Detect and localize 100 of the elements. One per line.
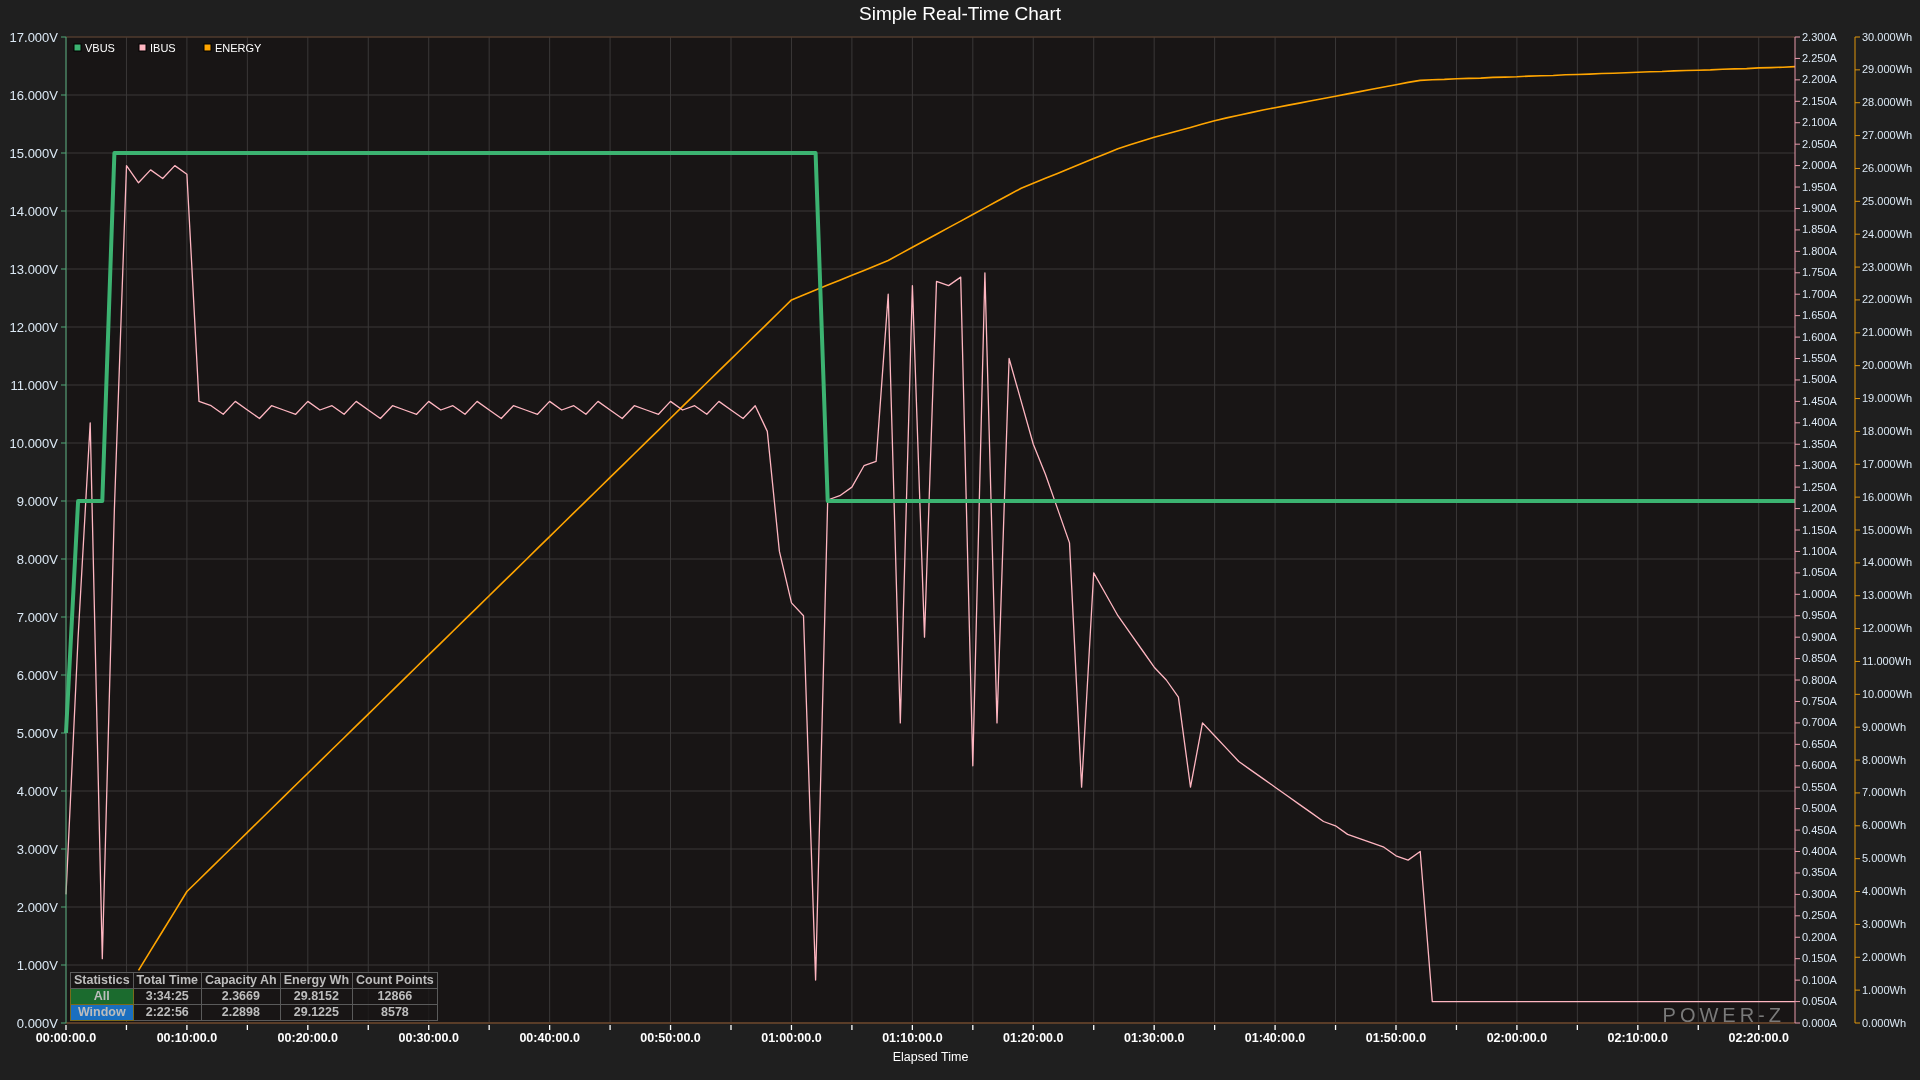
axis-tick-label: 5.000V — [16, 725, 58, 741]
axis-tick-label: 2.250A — [1802, 51, 1837, 64]
axis-tick-label: 00:50:00.0 — [640, 1031, 701, 1045]
axis-tick-label: 01:50:00.0 — [1365, 1031, 1427, 1045]
axis-tick-label: 1.450A — [1802, 394, 1837, 407]
axis-tick-label: 1.050A — [1802, 566, 1837, 579]
axis-tick-label: 00:10:00.0 — [156, 1031, 218, 1045]
table-cell: 8578 — [352, 1004, 438, 1021]
axis-tick-label: 01:00:00.0 — [761, 1031, 822, 1045]
axis-tick-label: 02:10:00.0 — [1607, 1031, 1669, 1045]
axis-tick-label: 9.000Wh — [1862, 720, 1907, 733]
axis-tick-label: 0.150A — [1802, 952, 1837, 965]
axis-tick-label: 1.150A — [1802, 523, 1837, 536]
axis-tick-label: 0.550A — [1802, 780, 1837, 793]
axis-tick-label: 1.400A — [1802, 416, 1837, 429]
axis-tick-label: 01:40:00.0 — [1244, 1031, 1306, 1045]
axis-tick-label: 20.000Wh — [1862, 359, 1913, 372]
axis-tick-label: 0.500A — [1802, 802, 1837, 815]
axis-tick-label: 2.150A — [1802, 94, 1837, 107]
legend-label: IBUS — [150, 41, 176, 54]
axis-tick-label: 02:00:00.0 — [1486, 1031, 1548, 1045]
axis-tick-label: 8.000Wh — [1862, 753, 1907, 766]
axis-tick-label: 2.000V — [16, 899, 58, 915]
axis-tick-label: 2.000Wh — [1862, 950, 1907, 963]
axis-tick-label: 28.000Wh — [1862, 96, 1913, 109]
axis-tick-label: 17.000V — [9, 30, 58, 45]
axis-tick-label: 0.300A — [1802, 887, 1837, 900]
axis-tick-label: 14.000Wh — [1862, 556, 1913, 569]
axis-tick-label: 0.850A — [1802, 652, 1837, 665]
axis-tick-label: 1.300A — [1802, 459, 1837, 472]
axis-tick-label: 16.000V — [9, 87, 58, 103]
axis-tick-label: 23.000Wh — [1862, 260, 1913, 273]
axis-tick-label: 27.000Wh — [1862, 129, 1913, 142]
column-header: Total Time — [133, 972, 202, 989]
axis-tick-label: 2.200A — [1802, 73, 1837, 86]
legend-label: ENERGY — [215, 41, 262, 54]
x-axis-title: Elapsed Time — [892, 1050, 969, 1064]
axis-tick-label: 1.600A — [1802, 330, 1837, 343]
axis-tick-label: 0.000V — [16, 1015, 58, 1031]
axis-tick-label: 00:00:00.0 — [35, 1031, 97, 1045]
axis-tick-label: 21.000Wh — [1862, 326, 1913, 339]
axis-tick-label: 11.000V — [10, 377, 58, 393]
axis-tick-label: 0.250A — [1802, 909, 1837, 922]
axis-tick-label: 1.000Wh — [1862, 983, 1907, 996]
axis-tick-label: 16.000Wh — [1862, 490, 1913, 503]
axis-tick-label: 26.000Wh — [1862, 161, 1913, 174]
axis-tick-label: 1.100A — [1802, 544, 1837, 557]
axis-tick-label: 0.200A — [1802, 930, 1837, 943]
axis-tick-label: 1.200A — [1802, 502, 1837, 515]
axis-tick-label: 0.650A — [1802, 737, 1837, 750]
table-cell: 12866 — [352, 988, 438, 1005]
axis-tick-label: 3.000Wh — [1862, 917, 1907, 930]
axis-tick-label: 1.000V — [16, 957, 58, 973]
axis-tick-label: 18.000Wh — [1862, 424, 1913, 437]
chart-title: Simple Real-Time Chart — [858, 2, 1062, 26]
axis-tick-label: 1.250A — [1802, 480, 1837, 493]
axis-tick-label: 0.700A — [1802, 716, 1837, 729]
axis-tick-label: 3.000V — [16, 841, 58, 857]
axis-tick-label: 12.000V — [9, 319, 58, 335]
table-cell: 29.8152 — [280, 988, 353, 1005]
axis-tick-label: 24.000Wh — [1862, 227, 1913, 240]
axis-tick-label: 25.000Wh — [1862, 194, 1913, 207]
axis-tick-label: 0.350A — [1802, 866, 1837, 879]
axis-tick-label: 2.050A — [1802, 137, 1837, 150]
axis-tick-label: 1.950A — [1802, 180, 1837, 193]
axis-tick-label: 10.000V — [9, 435, 58, 451]
axis-tick-label: 13.000Wh — [1862, 589, 1913, 602]
table-cell: 29.1225 — [280, 1004, 353, 1021]
axis-tick-label: 30.000Wh — [1862, 30, 1913, 43]
axis-tick-label: 1.700A — [1802, 287, 1837, 300]
axis-tick-label: 0.000A — [1802, 1016, 1837, 1029]
axis-tick-label: 1.800A — [1802, 244, 1837, 257]
axis-tick-label: 19.000Wh — [1862, 392, 1913, 405]
axis-tick-label: 7.000Wh — [1862, 786, 1907, 799]
logo: POWER-Z — [1662, 1004, 1785, 1026]
table-cell: 2:22:56 — [133, 1004, 202, 1021]
legend-label: VBUS — [85, 41, 115, 54]
axis-tick-label: 0.900A — [1802, 630, 1837, 643]
axis-tick-label: 02:20:00.0 — [1728, 1031, 1789, 1045]
axis-tick-label: 10.000Wh — [1862, 687, 1913, 700]
axis-tick-label: 01:30:00.0 — [1123, 1031, 1185, 1045]
axis-tick-label: 29.000Wh — [1862, 63, 1913, 76]
axis-tick-label: 0.000Wh — [1862, 1016, 1907, 1029]
table-cell: 2.2898 — [201, 1004, 281, 1021]
axis-tick-label: 15.000Wh — [1862, 523, 1913, 536]
axis-tick-label: 17.000Wh — [1862, 457, 1913, 470]
axis-tick-label: 0.800A — [1802, 673, 1837, 686]
axis-tick-label: 1.550A — [1802, 352, 1837, 364]
axis-tick-label: 0.950A — [1802, 609, 1837, 622]
axis-tick-label: 5.000Wh — [1862, 852, 1907, 865]
axis-tick-label: 1.850A — [1802, 223, 1837, 236]
axis-tick-label: 00:20:00.0 — [277, 1031, 339, 1045]
axis-tick-label: 14.000V — [9, 203, 58, 219]
column-header: Capacity Ah — [201, 972, 281, 989]
table-cell: 3:34:25 — [133, 988, 202, 1005]
column-header: Statistics — [70, 972, 134, 989]
axis-tick-label: 8.000V — [16, 551, 58, 567]
axis-tick-label: 0.450A — [1802, 823, 1837, 836]
axis-tick-label: 2.000A — [1802, 159, 1837, 172]
axis-tick-label: 0.100A — [1802, 973, 1837, 986]
